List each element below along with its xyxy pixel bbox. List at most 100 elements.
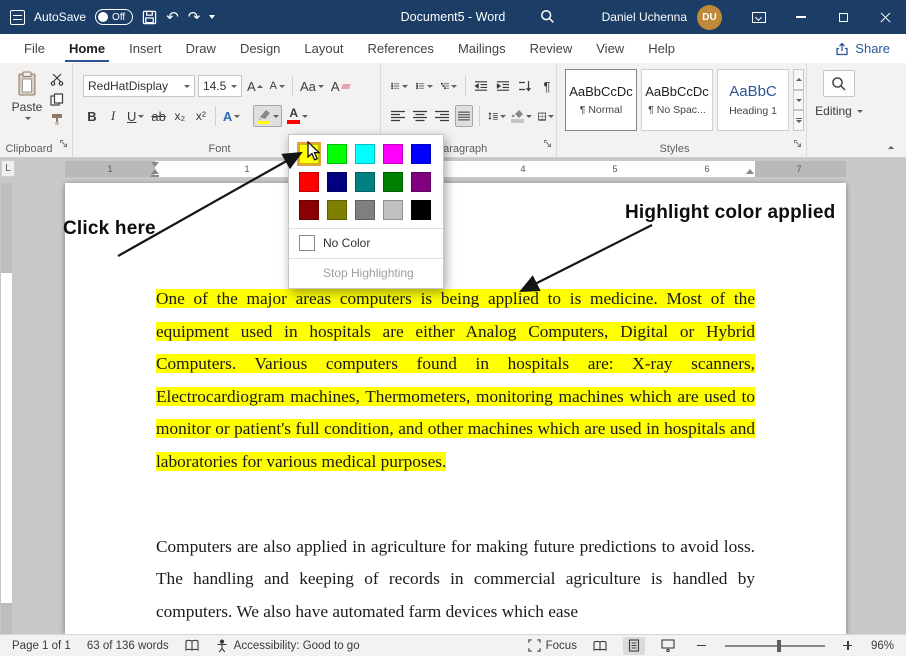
tab-view[interactable]: View [584,34,636,63]
highlight-swatch-gray-25-[interactable] [383,200,403,220]
cut-icon[interactable] [50,73,64,86]
highlight-swatch-black[interactable] [411,200,431,220]
document-page[interactable]: One of the major areas computers is bein… [65,183,846,634]
zoom-level[interactable]: 96% [871,640,894,652]
tab-file[interactable]: File [12,34,57,63]
paragraph[interactable]: Computers are also applied in agricultur… [156,531,755,629]
proofing-status[interactable] [185,639,199,652]
styles-scroll-down-button[interactable] [793,90,804,111]
first-line-indent-marker[interactable] [151,162,159,167]
close-button[interactable] [864,0,906,34]
increase-indent-button[interactable] [494,75,512,97]
undo-button[interactable]: ↶ [166,10,179,25]
font-name-combo[interactable]: RedHatDisplay [83,75,195,97]
redo-button[interactable]: ↷ [188,10,201,25]
tab-layout[interactable]: Layout [292,34,355,63]
justify-button[interactable] [455,105,473,127]
strikethrough-button[interactable]: ab [149,105,167,127]
copy-icon[interactable] [50,93,64,106]
styles-scroll-up-button[interactable] [793,69,804,90]
text-highlight-button[interactable] [253,105,282,127]
tab-selector[interactable]: L [1,160,15,177]
text-effects-button[interactable]: A [221,105,242,127]
align-center-button[interactable] [411,105,429,127]
print-layout-button[interactable] [623,637,645,655]
paragraph-dialog-launcher[interactable] [543,135,552,153]
zoom-out-button[interactable] [691,637,713,655]
bold-button[interactable]: B [83,105,101,127]
highlight-swatch-gray-50-[interactable] [355,200,375,220]
ribbon-display-options-button[interactable] [738,0,780,34]
underline-button[interactable]: U [125,105,146,127]
format-painter-icon[interactable] [50,113,64,126]
tab-mailings[interactable]: Mailings [446,34,518,63]
highlight-swatch-violet[interactable] [411,172,431,192]
read-mode-button[interactable] [589,637,611,655]
highlight-swatch-green[interactable] [383,172,403,192]
superscript-button[interactable]: x² [192,105,210,127]
editing-button[interactable] [823,70,855,97]
shrink-font-button[interactable]: A [268,75,287,97]
style-normal[interactable]: AaBbCcDc ¶ Normal [565,69,637,131]
styles-more-button[interactable] [793,110,804,131]
zoom-in-button[interactable] [837,637,859,655]
highlight-swatch-bright-green[interactable] [327,144,347,164]
clear-formatting-button[interactable]: A [329,75,352,97]
hanging-indent-marker[interactable] [151,169,159,174]
styles-dialog-launcher[interactable] [793,135,802,153]
align-right-button[interactable] [433,105,451,127]
web-layout-button[interactable] [657,637,679,655]
align-left-button[interactable] [389,105,407,127]
clipboard-dialog-launcher[interactable] [59,135,68,153]
autosave-toggle[interactable]: Off [95,9,133,25]
numbering-button[interactable] [414,75,435,97]
maximize-button[interactable] [822,0,864,34]
line-spacing-button[interactable] [486,105,508,127]
avatar[interactable]: DU [697,5,722,30]
decrease-indent-button[interactable] [472,75,490,97]
highlight-swatch-dark-red[interactable] [299,200,319,220]
highlighted-paragraph[interactable]: One of the major areas computers is bein… [156,283,755,479]
change-case-button[interactable]: Aa [298,75,326,97]
multilevel-list-button[interactable] [439,75,460,97]
shading-button[interactable] [512,105,532,127]
highlight-swatch-red[interactable] [299,172,319,192]
highlight-swatch-blue[interactable] [411,144,431,164]
tab-help[interactable]: Help [636,34,687,63]
italic-button[interactable]: I [104,105,122,127]
focus-button[interactable]: Focus [528,639,577,652]
tab-home[interactable]: Home [57,34,117,63]
page-indicator[interactable]: Page 1 of 1 [12,640,71,652]
share-button[interactable]: Share [819,34,906,63]
collapse-ribbon-button[interactable] [886,143,896,151]
style-heading-1[interactable]: AaBbC Heading 1 [717,69,789,131]
accessibility-status[interactable]: Accessibility: Good to go [215,639,360,653]
word-count[interactable]: 63 of 136 words [87,640,169,652]
paste-button[interactable]: Paste [6,71,48,139]
font-color-button[interactable]: A [285,105,310,127]
tab-design[interactable]: Design [228,34,292,63]
show-hide-pilcrow-button[interactable]: ¶ [538,75,556,97]
tab-draw[interactable]: Draw [174,34,228,63]
bullets-button[interactable] [389,75,410,97]
zoom-slider[interactable] [725,645,825,647]
customize-qat-chevron-icon[interactable] [209,15,215,19]
sort-button[interactable] [516,75,534,97]
subscript-button[interactable]: x₂ [171,105,189,127]
style-no-spacing[interactable]: AaBbCcDc ¶ No Spac... [641,69,713,131]
highlight-swatch-dark-yellow[interactable] [327,200,347,220]
highlight-swatch-turquoise[interactable] [355,144,375,164]
highlight-swatch-pink[interactable] [383,144,403,164]
document-text[interactable]: One of the major areas computers is bein… [156,283,755,628]
font-size-combo[interactable]: 14.5 [198,75,242,97]
tab-insert[interactable]: Insert [117,34,174,63]
search-icon[interactable] [540,9,555,29]
vertical-ruler[interactable] [1,183,12,634]
tab-references[interactable]: References [355,34,445,63]
editing-label-row[interactable]: Editing [807,104,871,118]
highlight-swatch-dark-blue[interactable] [327,172,347,192]
save-button[interactable] [142,10,157,25]
highlight-swatch-teal[interactable] [355,172,375,192]
right-indent-marker[interactable] [746,169,754,174]
tab-review[interactable]: Review [518,34,585,63]
